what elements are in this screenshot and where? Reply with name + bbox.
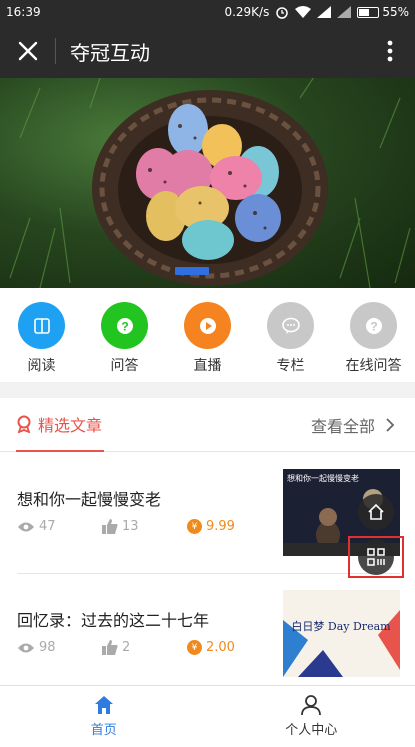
quick-link-qa[interactable]: ? 问答 [83,290,166,382]
article-title: 回忆录：过去的这二十七年 [17,611,210,630]
tab-profile[interactable]: 个人中心 [208,686,415,747]
page-title: 夺冠互动 [70,40,150,65]
battery-icon [357,6,380,18]
article-meta: 47 13 ¥ 9.99 [17,519,235,534]
user-icon [301,695,322,716]
likes-count: 2 [102,640,187,655]
book-icon [33,317,50,334]
close-icon [18,41,37,61]
thumbnail-text: 白日梦 Day Dream [291,619,391,633]
article-thumbnail: 白日梦 Day Dream [283,590,400,677]
qa-circle: ? [101,302,148,349]
carousel-indicator [175,267,209,275]
floating-home-button[interactable] [358,494,394,530]
featured-tab-label: 精选文章 [38,416,103,435]
medal-icon [17,415,31,433]
close-button[interactable] [0,24,55,78]
svg-text:?: ? [370,319,377,333]
section-gap [0,382,415,398]
more-vertical-icon [387,40,393,62]
chevron-right-icon [386,418,395,432]
price-tag: ¥ 9.99 [187,519,235,534]
quick-link-label: 专栏 [276,358,305,374]
featured-section-header: 精选文章 查看全部 [0,398,415,452]
quick-link-online-qa[interactable]: ? 在线问答 [332,290,415,382]
views-value: 47 [39,519,56,534]
thumbs-up-icon [102,640,118,655]
quick-link-label: 阅读 [27,358,56,374]
home-icon [94,696,113,714]
likes-count: 13 [102,519,187,534]
play-icon [199,317,216,334]
see-all-label: 查看全部 [310,417,375,436]
highlight-box [348,536,404,578]
status-time: 16:39 [6,5,41,19]
wifi-icon [295,6,312,18]
article-card[interactable]: 回忆录：过去的这二十七年 98 2 ¥ 2.00 白日梦 Day Dream [0,574,415,689]
price-tag: ¥ 2.00 [187,640,235,655]
views-count: 98 [17,640,102,655]
status-bar: 16:39 0.29K/s 55% [0,0,415,24]
views-value: 98 [39,640,56,655]
question-icon: ? [365,317,382,334]
network-speed: 0.29K/s [224,5,270,19]
article-meta: 98 2 ¥ 2.00 [17,640,235,655]
likes-value: 13 [122,519,139,534]
battery-percent: 55% [382,5,409,19]
see-all-link[interactable]: 查看全部 [311,398,397,452]
quick-link-read[interactable]: 阅读 [0,290,83,382]
yen-icon: ¥ [187,519,202,534]
thumbnail-text: 想和你一起慢慢变老 [287,473,359,483]
tab-home-label: 首页 [90,723,117,738]
quick-link-column[interactable]: 专栏 [249,290,332,382]
eye-icon [18,522,34,531]
eye-icon [18,643,34,652]
more-menu-button[interactable] [365,24,415,78]
price-value: 2.00 [206,640,235,655]
yen-icon: ¥ [187,640,202,655]
live-circle [184,302,231,349]
app-screen: 16:39 0.29K/s 55% 夺冠互动 阅读 ? 问答 直播 专栏 ? 在… [0,0,415,747]
bottom-nav: 首页 个人中心 [0,685,415,747]
quick-link-live[interactable]: 直播 [166,290,249,382]
battery-indicator: 55% [357,5,409,19]
featured-articles-tab[interactable]: 精选文章 [16,398,104,452]
online-qa-circle: ? [350,302,397,349]
read-circle [18,302,65,349]
title-bar: 夺冠互动 [0,24,415,78]
banner-carousel[interactable] [0,78,415,288]
banner-image [9,78,411,288]
svg-text:?: ? [121,319,128,333]
column-circle [267,302,314,349]
quick-link-label: 问答 [110,358,139,374]
article-title: 想和你一起慢慢变老 [17,490,162,509]
signal-icon-2 [337,6,352,18]
chat-icon [281,317,300,334]
tab-home[interactable]: 首页 [0,686,208,747]
quick-link-label: 直播 [193,358,222,374]
tab-profile-label: 个人中心 [285,723,338,738]
home-outline-icon [368,503,384,520]
price-value: 9.99 [206,519,235,534]
likes-value: 2 [122,640,131,655]
alarm-icon [276,7,289,19]
qa-icon: ? [116,317,133,334]
quick-link-label: 在线问答 [345,358,402,374]
signal-icon [317,6,332,18]
views-count: 47 [17,519,102,534]
thumbs-up-icon [102,519,118,534]
thumbnail-image: 白日梦 Day Dream [283,590,400,677]
quick-links: 阅读 ? 问答 直播 专栏 ? 在线问答 [0,290,415,382]
